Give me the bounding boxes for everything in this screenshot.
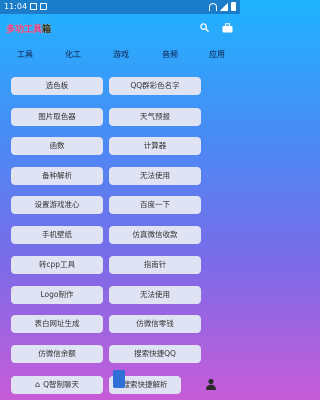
- tool-button[interactable]: 无法使用: [109, 286, 201, 304]
- tool-button[interactable]: 表白网址生成: [11, 315, 103, 333]
- tool-button[interactable]: 百度一下: [109, 196, 201, 214]
- tool-grid: 选色板 QQ群彩色名字 图片取色器 天气预报 函数 计算器 备种解析 无法使用 …: [0, 0, 240, 400]
- tool-button[interactable]: 选色板: [11, 77, 103, 95]
- tool-button[interactable]: QQ群彩色名字: [109, 77, 201, 95]
- home-icon: ⌂: [35, 380, 41, 389]
- tool-button[interactable]: 指南针: [109, 256, 201, 274]
- tool-button[interactable]: 仿微信零钱: [109, 315, 201, 333]
- tool-button[interactable]: 仿真微信收款: [109, 226, 201, 244]
- tool-button[interactable]: 设置游戏准心: [11, 196, 103, 214]
- chat-button-label: Q智制聊天: [43, 380, 79, 389]
- person-icon[interactable]: [205, 378, 217, 390]
- tool-button[interactable]: 转cpp工具: [11, 256, 103, 274]
- tool-button[interactable]: 图片取色器: [11, 108, 103, 126]
- tool-button[interactable]: 手机壁纸: [11, 226, 103, 244]
- tool-button[interactable]: 备种解析: [11, 167, 103, 185]
- tool-button[interactable]: 无法使用: [109, 167, 201, 185]
- tool-button[interactable]: 计算器: [109, 137, 201, 155]
- tool-button[interactable]: 仿微信余额: [11, 345, 103, 363]
- tool-button[interactable]: 天气预报: [109, 108, 201, 126]
- floating-app-icon[interactable]: [113, 370, 125, 388]
- chat-button[interactable]: ⌂ Q智制聊天: [11, 376, 103, 394]
- tool-button[interactable]: 搜索快捷QQ: [109, 345, 201, 363]
- tool-button[interactable]: 函数: [11, 137, 103, 155]
- tool-button[interactable]: Logo制作: [11, 286, 103, 304]
